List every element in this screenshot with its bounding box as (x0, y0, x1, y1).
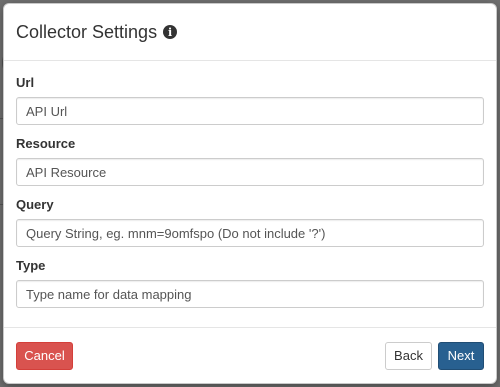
cancel-button[interactable]: Cancel (16, 341, 73, 370)
dialog-footer: Cancel Back Next (4, 327, 496, 383)
back-button[interactable]: Back (385, 341, 432, 370)
url-label: Url (16, 75, 35, 90)
query-label: Query (16, 197, 54, 212)
resource-label: Resource (16, 136, 76, 151)
collector-settings-dialog: Collector Settings i Url Resource Query … (3, 3, 497, 384)
dialog-body: Url Resource Query Type (4, 61, 496, 308)
type-group: Type (16, 258, 484, 308)
type-input[interactable] (16, 280, 484, 308)
url-group: Url (16, 75, 484, 125)
dialog-title: Collector Settings (16, 21, 158, 42)
info-circle-icon[interactable]: i (163, 25, 178, 39)
query-input[interactable] (16, 219, 484, 247)
query-group: Query (16, 197, 484, 247)
dialog-header: Collector Settings i (4, 4, 496, 61)
type-label: Type (16, 258, 46, 273)
resource-input[interactable] (16, 158, 484, 186)
resource-group: Resource (16, 136, 484, 186)
url-input[interactable] (16, 97, 484, 125)
next-button[interactable]: Next (438, 341, 484, 370)
